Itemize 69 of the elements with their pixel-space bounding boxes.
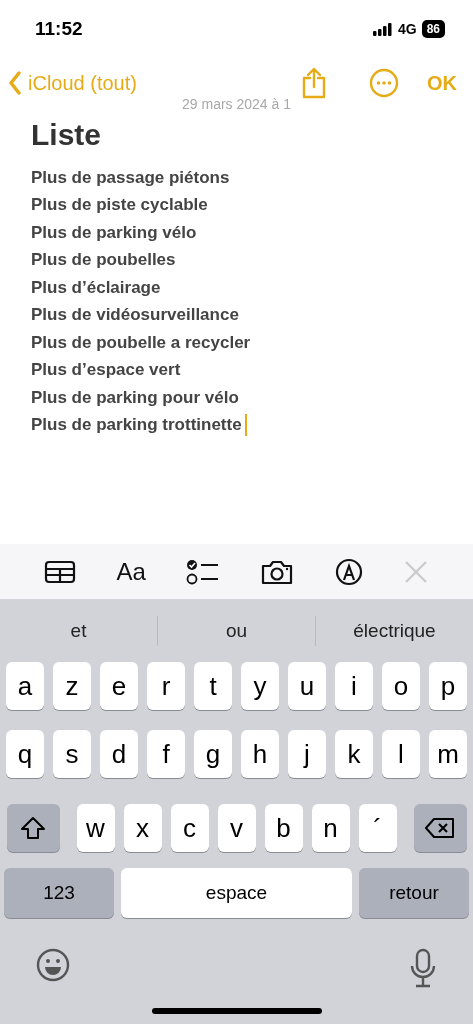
shift-key[interactable] (6, 804, 60, 852)
note-line: Plus de parking trottinette (31, 415, 242, 436)
key[interactable]: r (147, 662, 185, 710)
key[interactable]: f (147, 730, 185, 778)
key[interactable]: z (53, 662, 91, 710)
key[interactable]: m (429, 730, 467, 778)
toolbar-button[interactable] (260, 558, 295, 585)
suggestion[interactable]: électrique (316, 599, 473, 662)
note-line: Plus d’espace vert (31, 360, 181, 381)
battery-level: 86 (421, 20, 445, 38)
key[interactable]: v (217, 804, 256, 852)
shift-icon (20, 816, 46, 840)
note-line: Plus de poubelle a recycler (31, 332, 251, 353)
close-icon (402, 558, 429, 585)
note-line: Plus d’éclairage (31, 277, 161, 298)
backspace-key[interactable] (413, 804, 467, 852)
checklist-icon (186, 558, 220, 585)
note-line: Plus de poubelles (31, 250, 176, 271)
note-line: Plus de passage piétons (31, 167, 230, 188)
space-key[interactable]: espace (121, 868, 352, 918)
camera-icon (260, 558, 295, 585)
table-icon (44, 559, 77, 584)
key[interactable]: i (335, 662, 373, 710)
toolbar-button[interactable] (186, 558, 220, 585)
key[interactable]: a (6, 662, 44, 710)
microphone-icon[interactable] (409, 948, 437, 988)
note-line: Plus de vidéosurveillance (31, 305, 239, 326)
pen-circle-icon (334, 557, 363, 586)
key[interactable]: s (53, 730, 91, 778)
key[interactable]: x (123, 804, 162, 852)
key[interactable]: e (100, 662, 138, 710)
note-line: Plus de parking vélo (31, 222, 197, 243)
more-icon (369, 68, 399, 98)
note-date: 29 mars 2024 à 1 (181, 96, 292, 110)
key[interactable]: l (382, 730, 420, 778)
key[interactable]: g (194, 730, 232, 778)
key[interactable]: b (264, 804, 303, 852)
key[interactable]: h (241, 730, 279, 778)
key[interactable]: o (382, 662, 420, 710)
key[interactable]: q (6, 730, 44, 778)
note-line: Plus de parking pour vélo (31, 387, 239, 408)
emoji-icon[interactable] (36, 948, 70, 982)
suggestion[interactable]: et (0, 599, 157, 662)
signal-icon (372, 22, 393, 36)
key[interactable]: k (335, 730, 373, 778)
return-key[interactable]: retour (359, 868, 469, 918)
key[interactable]: t (194, 662, 232, 710)
key[interactable]: u (288, 662, 326, 710)
key[interactable]: p (429, 662, 467, 710)
note-title: Liste (31, 118, 103, 152)
key[interactable]: ´ (358, 804, 397, 852)
key[interactable]: w (76, 804, 115, 852)
numbers-key[interactable]: 123 (4, 868, 114, 918)
format-button[interactable]: Aa (116, 557, 146, 586)
note-line: Plus de piste cyclable (31, 195, 208, 216)
suggestion[interactable]: ou (158, 599, 315, 662)
backspace-icon (425, 817, 455, 839)
network-type: 4G (397, 21, 417, 37)
key[interactable]: n (311, 804, 350, 852)
key[interactable]: d (100, 730, 138, 778)
clock-time: 11:52 (35, 18, 83, 40)
toolbar-button[interactable] (44, 559, 77, 584)
share-icon (301, 67, 327, 99)
toolbar-button[interactable] (334, 557, 363, 586)
key[interactable]: j (288, 730, 326, 778)
text-cursor (244, 414, 247, 437)
key[interactable]: c (170, 804, 209, 852)
chevron-left-icon (8, 71, 22, 95)
key[interactable]: y (241, 662, 279, 710)
